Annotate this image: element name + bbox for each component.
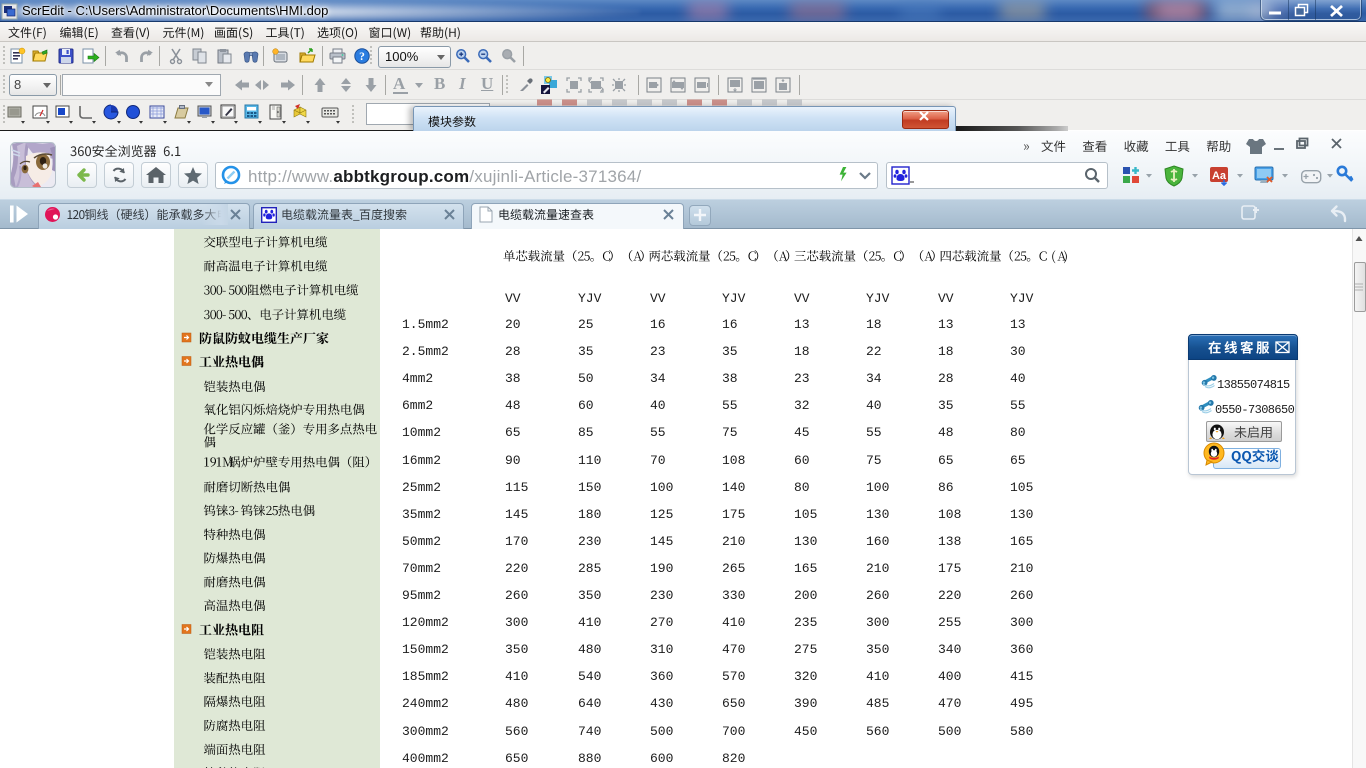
svg-text:?: ? — [359, 51, 365, 63]
